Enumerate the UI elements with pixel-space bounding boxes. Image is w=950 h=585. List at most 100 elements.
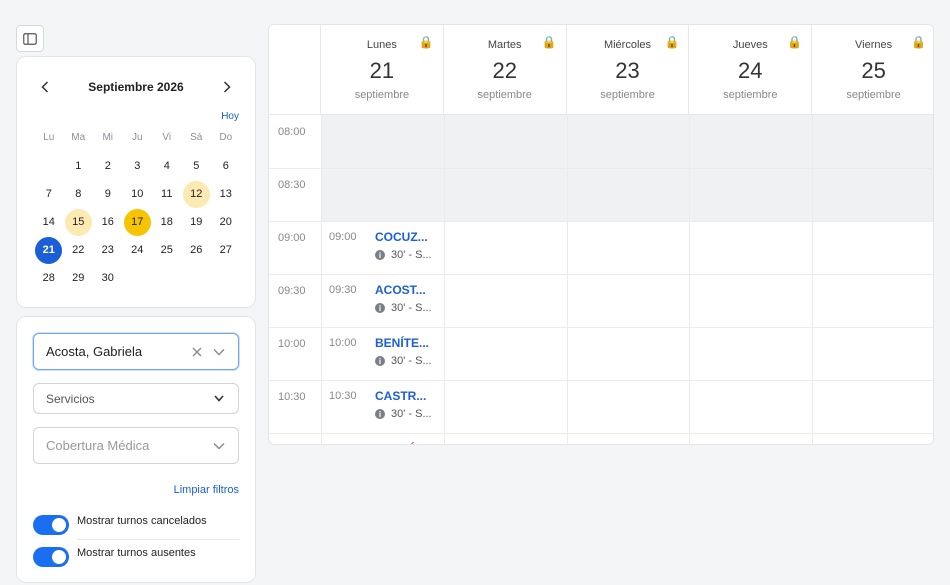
coverage-select[interactable]: Cobertura Médica <box>33 427 239 464</box>
info-icon[interactable]: i <box>375 303 385 313</box>
appointment-patient-link[interactable]: FERNÁ... <box>375 442 426 444</box>
day-cell[interactable]: 27 <box>211 236 241 264</box>
lock-icon[interactable]: 🔒 <box>911 35 926 49</box>
day-cell[interactable]: 17 <box>123 208 153 236</box>
day-cell[interactable]: 8 <box>64 180 94 208</box>
appointment-detail: i 30' - S... <box>375 249 432 261</box>
appointment-detail: i 30' - S... <box>375 355 432 367</box>
chevron-down-icon <box>208 435 230 457</box>
weekday-label: Ju <box>131 132 143 143</box>
toggle-cancelled-switch[interactable] <box>33 515 69 535</box>
day-cell[interactable]: 20 <box>211 208 241 236</box>
appointment[interactable]: 10:30 CASTR... i 30' - S... <box>329 380 443 424</box>
day-cell[interactable]: 5 <box>182 152 212 180</box>
day-cell[interactable]: 18 <box>152 208 182 236</box>
toggle-absent-switch[interactable] <box>33 547 69 567</box>
column-divider <box>443 115 445 444</box>
day-cell[interactable]: 9 <box>93 180 123 208</box>
day-cell[interactable]: 21 <box>34 236 64 264</box>
time-label: 09:30 <box>278 285 306 297</box>
day-number: 2 <box>104 160 111 172</box>
clear-filters-link[interactable]: Limpiar filtros <box>174 484 239 496</box>
day-column-header: Martes 22 septiembre 🔒 <box>444 25 567 115</box>
day-cell[interactable]: 25 <box>152 236 182 264</box>
day-cell[interactable]: 16 <box>93 208 123 236</box>
month-title: Septiembre 2026 <box>88 80 184 94</box>
appointment[interactable]: 11:00 FERNÁ... <box>329 433 443 444</box>
info-icon[interactable]: i <box>375 250 385 260</box>
day-month: septiembre <box>723 89 778 101</box>
lock-icon[interactable]: 🔒 <box>787 35 802 49</box>
appointment-patient-link[interactable]: BENÍTE... <box>375 336 429 350</box>
day-cell[interactable]: 22 <box>64 236 94 264</box>
day-cell[interactable]: 19 <box>182 208 212 236</box>
toggle-sidebar-button[interactable] <box>16 25 44 52</box>
appointment-patient-link[interactable]: COCUZ... <box>375 230 428 244</box>
appointment[interactable]: 09:00 COCUZ... i 30' - S... <box>329 221 443 265</box>
day-number: 24 <box>738 58 763 83</box>
time-label: 10:30 <box>278 391 306 403</box>
day-number: 19 <box>190 216 203 228</box>
day-cell[interactable]: 26 <box>182 236 212 264</box>
day-number: 14 <box>42 216 55 228</box>
day-cell[interactable]: 6 <box>211 152 241 180</box>
toggle-cancelled-label: Mostrar turnos cancelados <box>77 515 207 527</box>
day-number: 29 <box>72 272 85 284</box>
day-cell[interactable]: 10 <box>123 180 153 208</box>
day-number: 7 <box>45 188 52 200</box>
appointment-duration: 30' - S... <box>391 408 432 420</box>
lock-icon[interactable]: 🔒 <box>542 35 557 49</box>
appointment-time: 09:30 <box>329 284 357 296</box>
day-number: 27 <box>219 244 232 256</box>
time-label: 10:00 <box>278 338 306 350</box>
appointment-patient-link[interactable]: ACOST... <box>375 283 426 297</box>
appointment-time: 11:00 <box>329 443 356 444</box>
week-body: 08:00 08:30 09:00 09:30 10:00 10:30 11:00 09:00… <box>269 115 933 445</box>
lock-icon[interactable]: 🔒 <box>419 35 434 49</box>
lock-icon[interactable]: 🔒 <box>664 35 679 49</box>
today-link[interactable]: Hoy <box>221 111 239 122</box>
calendar-days: 1 2 3 4 5 6 7 8 9 10 11 12 13 14 15 16 17 18 19 20 21 22 23 24 2… <box>34 152 241 292</box>
appointment-detail: i 30' - S... <box>375 408 432 420</box>
column-divider <box>566 115 568 444</box>
next-month-button[interactable] <box>217 77 237 97</box>
day-cell-empty <box>34 152 64 180</box>
day-number: 25 <box>160 244 173 256</box>
info-icon[interactable]: i <box>375 409 385 419</box>
day-cell[interactable]: 11 <box>152 180 182 208</box>
professional-select[interactable]: Acosta, Gabriela <box>33 333 239 370</box>
day-cell[interactable]: 24 <box>123 236 153 264</box>
time-label: 11:00 <box>278 444 305 445</box>
day-cell[interactable]: 23 <box>93 236 123 264</box>
day-number <box>35 153 62 180</box>
day-cell[interactable]: 15 <box>64 208 94 236</box>
day-cell[interactable]: 14 <box>34 208 64 236</box>
day-cell[interactable]: 3 <box>123 152 153 180</box>
day-cell[interactable]: 29 <box>64 264 94 292</box>
day-cell[interactable]: 28 <box>34 264 64 292</box>
prev-month-button[interactable] <box>35 77 55 97</box>
appointment-patient-link[interactable]: CASTR... <box>375 389 426 403</box>
time-label: 08:00 <box>278 126 306 138</box>
day-cell[interactable]: 30 <box>93 264 123 292</box>
day-cell[interactable]: 7 <box>34 180 64 208</box>
day-number: 17 <box>123 208 151 236</box>
day-cell[interactable]: 4 <box>152 152 182 180</box>
appointment-time: 09:00 <box>329 231 357 243</box>
day-cell[interactable]: 2 <box>93 152 123 180</box>
appointment[interactable]: 10:00 BENÍTE... i 30' - S... <box>329 327 443 371</box>
day-number: 9 <box>104 188 111 200</box>
day-number: 8 <box>75 188 82 200</box>
appointment[interactable]: 09:30 ACOST... i 30' - S... <box>329 274 443 318</box>
day-cell[interactable]: 12 <box>182 180 212 208</box>
appointment-detail: i 30' - S... <box>375 302 432 314</box>
info-icon[interactable]: i <box>375 356 385 366</box>
day-cell[interactable]: 1 <box>64 152 94 180</box>
day-cell[interactable]: 13 <box>211 180 241 208</box>
services-select[interactable]: Servicios <box>33 383 239 414</box>
day-number: 23 <box>101 244 114 256</box>
clear-icon[interactable] <box>186 341 208 363</box>
day-number: 25 <box>861 58 886 83</box>
filters-panel: Acosta, Gabriela Servicios Cobertura Méd… <box>16 316 256 583</box>
day-month: septiembre <box>846 89 901 101</box>
